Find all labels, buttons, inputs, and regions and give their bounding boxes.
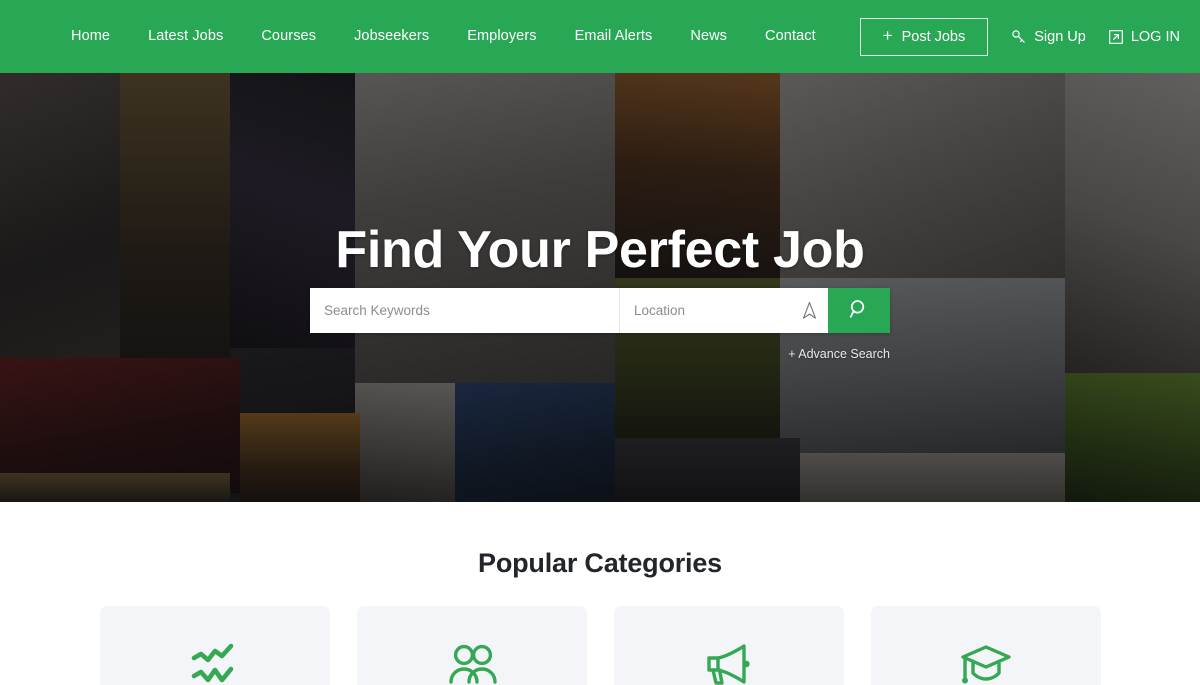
nav-item-jobseekers[interactable]: Jobseekers	[335, 0, 448, 73]
sign-up-label: Sign Up	[1034, 28, 1086, 45]
main-navigation: Home Latest Jobs Courses Jobseekers Empl…	[52, 0, 835, 73]
post-jobs-label: Post Jobs	[901, 28, 966, 45]
nav-item-home[interactable]: Home	[52, 0, 129, 73]
category-card-accounting-finance[interactable]	[100, 606, 330, 685]
location-field-wrapper	[620, 288, 828, 333]
popular-categories-title: Popular Categories	[478, 548, 722, 578]
log-in-link[interactable]: LOG IN	[1108, 29, 1180, 45]
nav-item-latest-jobs[interactable]: Latest Jobs	[129, 0, 242, 73]
hero-content: Find Your Perfect Job Search Keywords Lo…	[0, 73, 1200, 502]
nav-item-news[interactable]: News	[671, 0, 746, 73]
job-board-landing-page: Home Latest Jobs Courses Jobseekers Empl…	[0, 0, 1200, 685]
key-icon	[1010, 28, 1027, 45]
location-input[interactable]	[620, 288, 828, 333]
nav-item-contact[interactable]: Contact	[746, 0, 835, 73]
nav-item-email-alerts[interactable]: Email Alerts	[556, 0, 672, 73]
hero-title: Find Your Perfect Job	[335, 221, 865, 279]
post-jobs-button[interactable]: + Post Jobs	[859, 17, 989, 56]
category-card-education[interactable]	[871, 606, 1101, 685]
category-card-human-resources[interactable]	[357, 606, 587, 685]
megaphone-icon	[702, 642, 756, 685]
nav-item-employers[interactable]: Employers	[448, 0, 555, 73]
plus-icon: +	[882, 26, 893, 45]
login-arrow-icon	[1108, 29, 1124, 45]
advance-search-link[interactable]: + Advance Search	[0, 347, 890, 361]
log-in-label: LOG IN	[1130, 28, 1180, 45]
hero-banner: Find Your Perfect Job Search Keywords Lo…	[0, 73, 1200, 502]
search-icon	[848, 298, 870, 323]
category-card-marketing[interactable]	[614, 606, 844, 685]
site-header: Home Latest Jobs Courses Jobseekers Empl…	[0, 0, 1200, 73]
search-keywords-input[interactable]	[310, 288, 620, 333]
header-actions: + Post Jobs Sign Up LOG IN	[859, 0, 1200, 73]
nav-item-courses[interactable]: Courses	[242, 0, 335, 73]
popular-categories-section: Popular Categories	[0, 502, 1200, 685]
graduation-cap-icon	[959, 642, 1013, 685]
sign-up-link[interactable]: Sign Up	[1010, 28, 1086, 45]
chart-zigzag-icon	[189, 642, 241, 685]
search-submit-button[interactable]	[828, 288, 890, 333]
category-cards-row	[100, 606, 1103, 685]
job-search-bar	[310, 288, 890, 333]
two-people-icon	[446, 642, 498, 685]
